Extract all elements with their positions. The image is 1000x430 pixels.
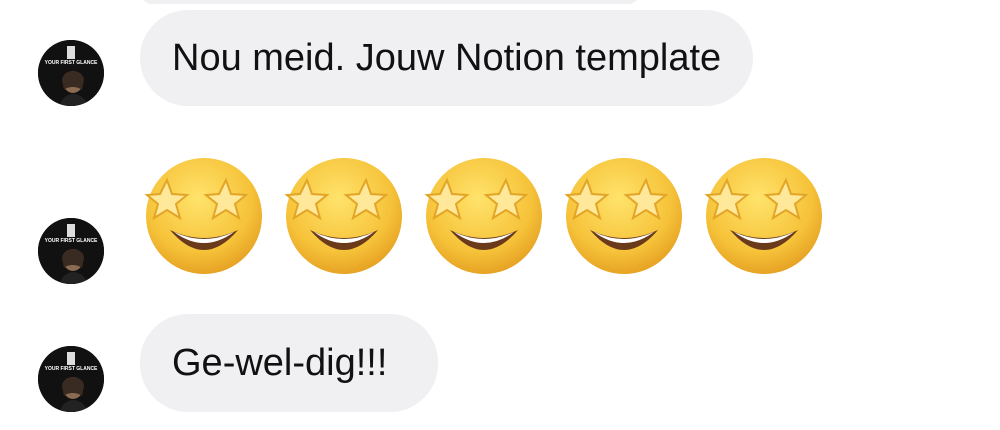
- avatar-image: YOUR FIRST GLANCE: [38, 40, 104, 106]
- star-struck-emoji-icon: [280, 148, 408, 278]
- star-struck-emoji-icon: [140, 148, 268, 278]
- star-struck-emoji-icon: [420, 148, 548, 278]
- avatar[interactable]: YOUR FIRST GLANCE: [38, 218, 104, 284]
- avatar-image: YOUR FIRST GLANCE: [38, 218, 104, 284]
- star-struck-emoji-icon: [700, 148, 828, 278]
- message-text: Nou meid. Jouw Notion template: [172, 37, 722, 79]
- avatar-logo-text: YOUR FIRST GLANCE: [45, 60, 98, 66]
- avatar-logo-text: YOUR FIRST GLANCE: [45, 238, 98, 244]
- avatar[interactable]: YOUR FIRST GLANCE: [38, 40, 104, 106]
- previous-message-bubble-edge: [140, 0, 640, 4]
- avatar-logo-text: YOUR FIRST GLANCE: [45, 366, 98, 372]
- chat-thread: YOUR FIRST GLANCE Nou meid. Jouw Notion …: [0, 0, 1000, 430]
- avatar-image: YOUR FIRST GLANCE: [38, 346, 104, 412]
- message-text: Ge-wel-dig!!!: [172, 342, 388, 384]
- star-struck-emoji-icon: [560, 148, 688, 278]
- avatar[interactable]: YOUR FIRST GLANCE: [38, 346, 104, 412]
- emoji-message[interactable]: [140, 148, 828, 278]
- message-bubble[interactable]: Nou meid. Jouw Notion template: [140, 10, 754, 106]
- message-bubble[interactable]: Ge-wel-dig!!!: [140, 314, 438, 412]
